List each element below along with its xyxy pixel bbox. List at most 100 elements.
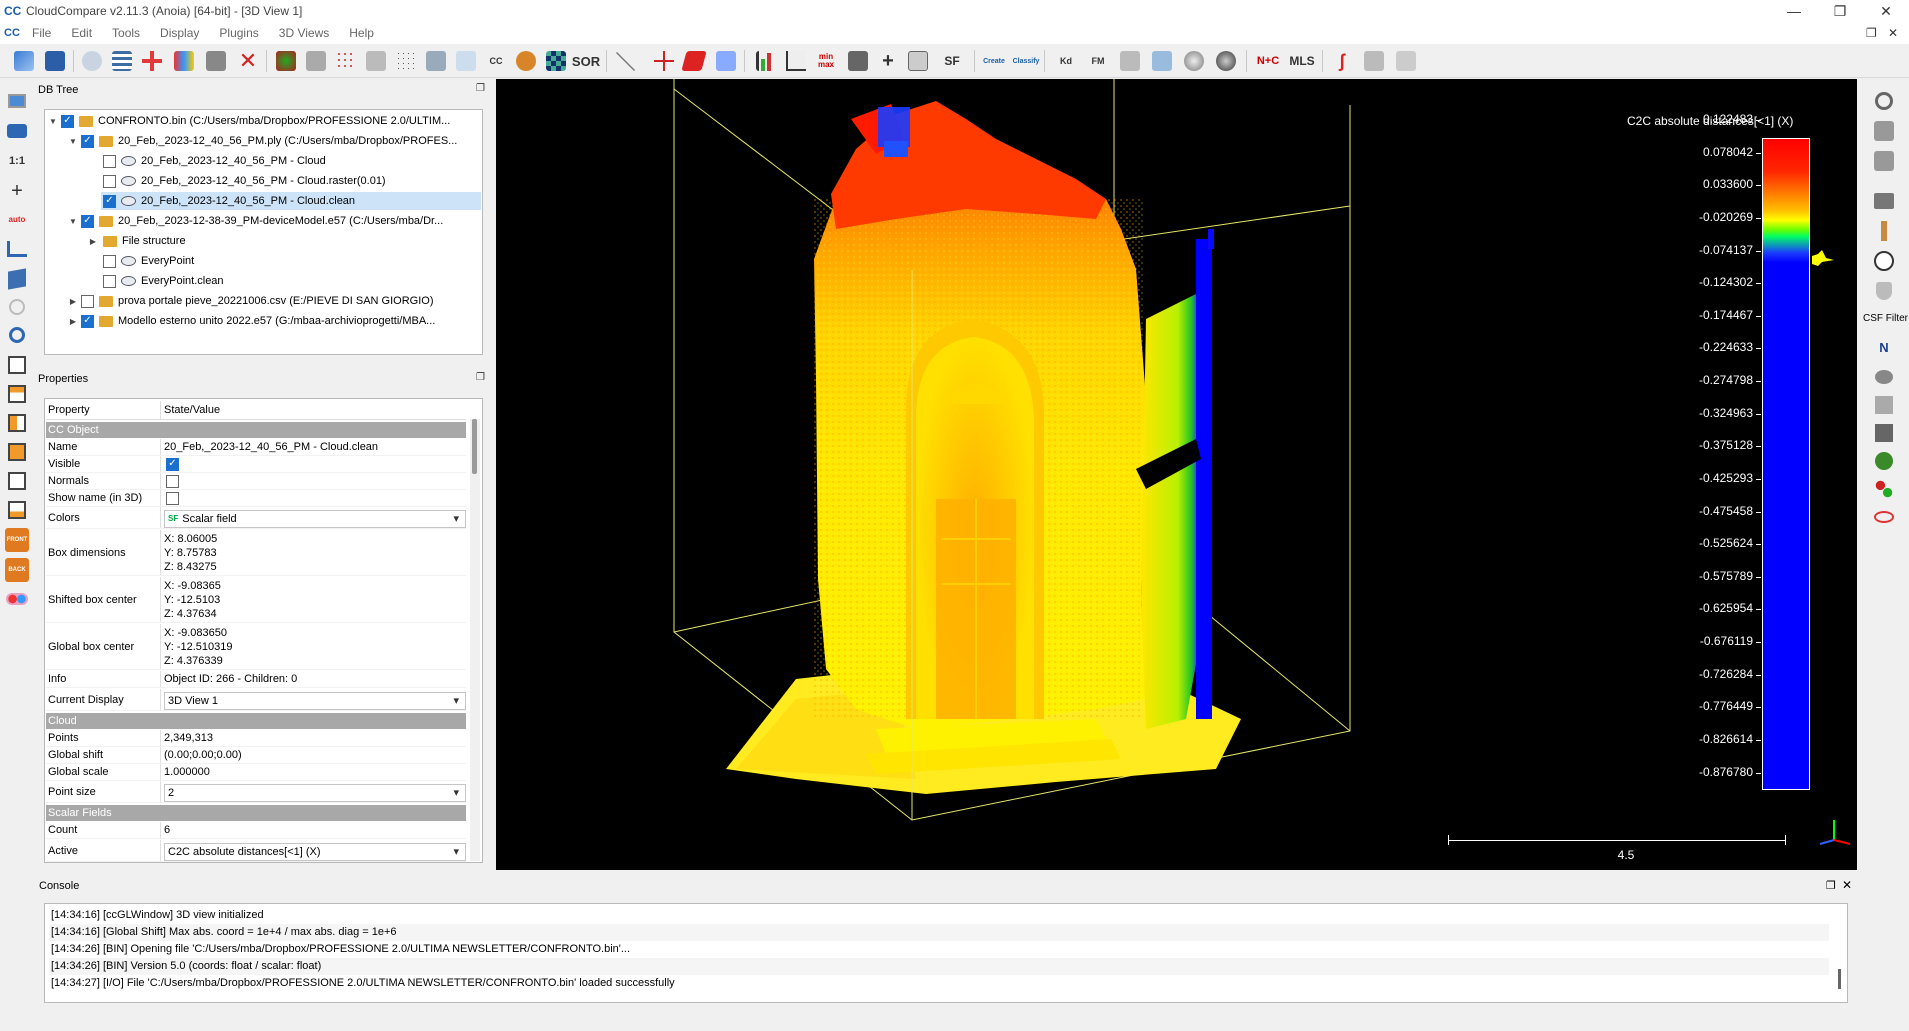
tree-item[interactable]: ▼ ✓ 20_Feb,_2023-12_40_56_PM.ply (C:/Use… bbox=[67, 132, 457, 150]
translate-icon[interactable] bbox=[140, 49, 164, 73]
col-icon[interactable] bbox=[1872, 119, 1896, 143]
colors-dropdown[interactable]: SF Scalar field bbox=[164, 509, 466, 528]
zoom-1-1-icon[interactable]: 1:1 bbox=[5, 149, 29, 173]
name-value[interactable]: 20_Feb,_2023-12_40_56_PM - Cloud.clean bbox=[161, 439, 466, 455]
kd-icon[interactable]: Kd bbox=[1054, 49, 1078, 73]
mdi-restore-button[interactable]: ❐ bbox=[1866, 22, 1877, 44]
minimize-button[interactable]: — bbox=[1771, 0, 1817, 22]
view-right-icon[interactable] bbox=[5, 469, 29, 493]
active-sf-dropdown[interactable]: C2C absolute distances[<1] (X) bbox=[164, 842, 466, 861]
list-icon[interactable] bbox=[110, 49, 134, 73]
checker-icon[interactable] bbox=[544, 49, 568, 73]
tree-item[interactable]: EveryPoint.clean bbox=[101, 272, 224, 290]
front-view-icon[interactable]: FRONT bbox=[5, 528, 29, 552]
expand-arrow-icon[interactable]: ▶ bbox=[87, 237, 99, 246]
visibility-checkbox[interactable]: ✓ bbox=[81, 134, 94, 148]
menu-edit[interactable]: Edit bbox=[61, 22, 102, 44]
visibility-checkbox[interactable] bbox=[103, 154, 116, 168]
menu-3d-views[interactable]: 3D Views bbox=[269, 22, 339, 44]
plane-icon[interactable] bbox=[681, 49, 707, 73]
merge-icon[interactable] bbox=[172, 49, 196, 73]
delete-icon[interactable]: ✕ bbox=[236, 48, 260, 73]
visibility-checkbox[interactable]: ✓ bbox=[81, 314, 94, 328]
m3c2-icon[interactable] bbox=[1872, 393, 1896, 417]
expand-arrow-icon[interactable]: ▶ bbox=[67, 297, 79, 306]
visible-checkbox[interactable]: ✓ bbox=[166, 457, 179, 471]
save-icon[interactable] bbox=[43, 49, 67, 73]
properties-scrollbar[interactable] bbox=[470, 419, 480, 861]
visibility-checkbox[interactable] bbox=[103, 174, 116, 188]
tree-item-selected[interactable]: ✓ 20_Feb,_2023-12_40_56_PM - Cloud.clean bbox=[101, 192, 481, 210]
menu-plugins[interactable]: Plugins bbox=[209, 22, 268, 44]
db-tree-float-icon[interactable]: ❐ bbox=[476, 83, 485, 94]
open-icon[interactable] bbox=[12, 49, 36, 73]
stereo-icon[interactable] bbox=[5, 587, 29, 611]
compute-normals-icon[interactable] bbox=[274, 49, 298, 73]
back-view-icon[interactable]: BACK bbox=[5, 558, 29, 582]
console-scrollbar-thumb[interactable] bbox=[1838, 969, 1841, 989]
ellipse-icon[interactable] bbox=[1872, 505, 1896, 529]
scalar-plot-icon[interactable] bbox=[784, 49, 808, 73]
scalar-icon[interactable] bbox=[1872, 149, 1896, 173]
distance-icon[interactable] bbox=[454, 49, 478, 73]
compass-icon[interactable] bbox=[1872, 249, 1896, 273]
brush-icon[interactable] bbox=[1872, 219, 1896, 243]
center-icon[interactable]: + bbox=[5, 179, 29, 203]
sf-filter-icon[interactable] bbox=[846, 49, 870, 73]
light-icon[interactable] bbox=[5, 295, 29, 319]
collapse-arrow-icon[interactable]: ▼ bbox=[67, 217, 79, 226]
zoom-icon[interactable] bbox=[5, 323, 29, 347]
canupo-classify-icon[interactable]: Classify bbox=[1013, 49, 1040, 73]
visibility-checkbox[interactable] bbox=[103, 254, 116, 268]
align-icon[interactable] bbox=[714, 49, 738, 73]
ransac-icon[interactable] bbox=[1872, 477, 1896, 501]
point-cloud-render[interactable] bbox=[496, 79, 1857, 870]
camera-icon[interactable] bbox=[5, 119, 29, 143]
section-icon[interactable] bbox=[1362, 49, 1386, 73]
sf-min-max-icon[interactable]: min max bbox=[814, 49, 838, 73]
visibility-checkbox[interactable]: ✓ bbox=[103, 194, 116, 208]
visibility-checkbox[interactable]: ✓ bbox=[81, 214, 94, 228]
normals-checkbox[interactable] bbox=[166, 474, 179, 488]
shield-icon[interactable] bbox=[1872, 279, 1896, 303]
perspective-icon[interactable] bbox=[5, 267, 29, 291]
sf-icon[interactable]: SF bbox=[940, 49, 964, 73]
tree-item[interactable]: ▶ File structure bbox=[87, 232, 186, 250]
console-close-icon[interactable]: ✕ bbox=[1842, 878, 1852, 892]
sf-calculator-icon[interactable] bbox=[906, 49, 930, 73]
tree-item[interactable]: EveryPoint bbox=[101, 252, 194, 270]
expand-arrow-icon[interactable]: ▶ bbox=[67, 317, 79, 326]
sample-mesh-icon[interactable] bbox=[364, 49, 388, 73]
north-arrow-icon[interactable]: N bbox=[1872, 335, 1896, 359]
menu-tools[interactable]: Tools bbox=[102, 22, 150, 44]
mdi-close-button[interactable]: ✕ bbox=[1888, 22, 1898, 44]
sor-filter-icon[interactable]: SOR bbox=[572, 49, 600, 73]
view-top-icon[interactable] bbox=[5, 382, 29, 406]
density-icon[interactable] bbox=[334, 49, 358, 73]
subsample-icon[interactable] bbox=[204, 49, 228, 73]
segment-icon[interactable] bbox=[652, 49, 676, 73]
s-curve-icon[interactable]: ʃ bbox=[1330, 49, 1354, 73]
csf-filter-label[interactable]: CSF Filter bbox=[1863, 313, 1908, 324]
display-icon[interactable] bbox=[5, 89, 29, 113]
c2m-distance-icon[interactable] bbox=[514, 49, 538, 73]
show-name-checkbox[interactable] bbox=[166, 491, 179, 505]
mls-icon[interactable]: MLS bbox=[1289, 49, 1314, 73]
3d-view[interactable]: C2C absolute distances[<1] (X) 4.5 0.122… bbox=[496, 79, 1857, 870]
octree-icon[interactable] bbox=[304, 49, 328, 73]
auto-center-icon[interactable]: auto bbox=[5, 207, 29, 231]
histogram-icon[interactable] bbox=[754, 49, 778, 73]
tree-item[interactable]: ▶ prova portale pieve_20221006.csv (E:/P… bbox=[67, 292, 433, 310]
pcv-icon[interactable] bbox=[1872, 421, 1896, 445]
collapse-arrow-icon[interactable]: ▼ bbox=[47, 117, 59, 126]
menu-help[interactable]: Help bbox=[339, 22, 384, 44]
hpr-icon[interactable] bbox=[1872, 365, 1896, 389]
view-left-icon[interactable] bbox=[5, 440, 29, 464]
console-float-icon[interactable]: ❐ bbox=[1826, 879, 1836, 892]
tree-item[interactable]: 20_Feb,_2023-12_40_56_PM - Cloud.raster(… bbox=[101, 172, 386, 190]
c2c-distance-icon[interactable]: CC bbox=[484, 49, 508, 73]
scrollbar-thumb[interactable] bbox=[472, 419, 477, 474]
view-bottom-icon[interactable] bbox=[5, 498, 29, 522]
close-button[interactable]: ✕ bbox=[1863, 0, 1909, 22]
no-entry-icon[interactable] bbox=[1872, 89, 1896, 113]
